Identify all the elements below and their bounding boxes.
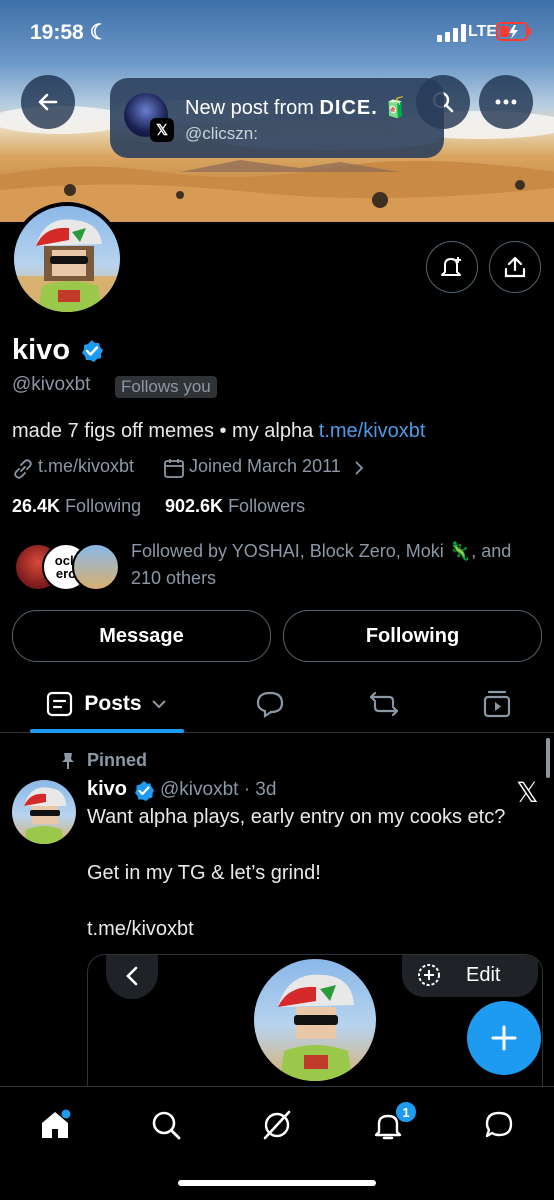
nav-messages[interactable] <box>469 1105 529 1145</box>
follows-you-badge: Follows you <box>115 376 217 398</box>
add-circle-icon <box>418 964 440 986</box>
following-count[interactable]: 26.4K Following <box>12 496 141 517</box>
calendar-icon <box>164 459 184 478</box>
followers-count[interactable]: 902.6K Followers <box>165 496 305 517</box>
chevron-down-icon <box>151 700 166 709</box>
joined-date: Joined March 2011 <box>189 456 341 476</box>
x-logo-icon: 𝕏 <box>150 118 174 142</box>
bio-link[interactable]: t.me/kivoxbt <box>319 420 426 442</box>
compose-button[interactable] <box>467 1001 541 1075</box>
edit-label: Edit <box>466 963 501 986</box>
push-notification[interactable]: 𝕏 New post from DICE. 🧃 @clicszn: <box>110 78 444 158</box>
follower-avatar-moki <box>72 543 120 591</box>
notifications-badge: 1 <box>395 1101 417 1123</box>
chevron-left-icon <box>126 966 138 986</box>
post-author-avatar[interactable] <box>12 780 76 844</box>
tab-posts-label: Posts <box>84 692 142 715</box>
post-text-line2: Get in my TG & let’s grind! <box>87 862 321 884</box>
message-button[interactable]: Message <box>12 610 271 662</box>
tab-posts[interactable]: Posts <box>30 676 184 732</box>
repost-icon <box>369 691 399 717</box>
tab-replies[interactable] <box>240 676 300 732</box>
post-link[interactable]: t.me/kivoxbt <box>87 918 194 941</box>
bell-plus-icon <box>441 257 461 276</box>
more-button[interactable] <box>479 75 533 129</box>
home-indicator <box>178 1180 376 1186</box>
search-icon <box>152 1111 181 1140</box>
plus-icon <box>491 1025 517 1051</box>
home-icon <box>42 1109 71 1138</box>
share-button[interactable] <box>489 241 541 293</box>
media-edit-button[interactable]: Edit <box>402 955 538 997</box>
notification-subtitle: @clicszn: <box>185 124 258 143</box>
tab-reposts[interactable] <box>354 676 414 732</box>
verified-badge-icon <box>135 781 154 801</box>
followed-by-text[interactable]: Followed by YOSHAI, Block Zero, Moki 🦎, … <box>131 538 541 592</box>
profile-avatar[interactable] <box>10 202 124 316</box>
profile-name: kivo <box>12 334 71 366</box>
media-icon <box>483 690 511 718</box>
moon-icon: ☾ <box>89 21 109 44</box>
notify-bell-button[interactable] <box>426 241 478 293</box>
grok-icon <box>263 1110 291 1140</box>
avatar-image <box>14 206 120 312</box>
pinned-label: Pinned <box>87 750 148 770</box>
tab-media[interactable] <box>467 676 527 732</box>
network-label: LTE <box>468 23 498 40</box>
media-avatar-image <box>254 959 376 1081</box>
nav-notifications[interactable]: 1 <box>358 1101 418 1145</box>
back-button[interactable] <box>21 75 75 129</box>
nav-home[interactable] <box>25 1105 85 1145</box>
status-bar: 19:58 ☾ LTE <box>0 0 554 66</box>
arrow-left-icon <box>38 93 58 111</box>
website-link[interactable]: t.me/kivoxbt <box>38 456 134 477</box>
share-icon <box>504 256 526 278</box>
nav-grok[interactable] <box>247 1105 307 1145</box>
signal-icon <box>437 24 466 42</box>
scrollbar[interactable] <box>546 738 550 778</box>
chevron-right-icon[interactable] <box>353 460 365 476</box>
post-text-line1: Want alpha plays, early entry on my cook… <box>87 806 506 828</box>
status-time: 19:58 ☾ <box>30 21 109 44</box>
media-back-button[interactable] <box>106 955 158 999</box>
chat-bubble-icon <box>485 1111 513 1138</box>
battery-icon <box>496 22 531 41</box>
pin-icon <box>62 753 74 769</box>
profile-handle: @kivoxbt <box>12 374 91 395</box>
following-button[interactable]: Following <box>283 610 542 662</box>
lizard-emoji-icon: 🦎 <box>448 541 472 561</box>
profile-bio: made 7 figs off memes • my alpha t.me/ki… <box>12 420 426 442</box>
nav-search[interactable] <box>136 1105 196 1145</box>
reply-bubble-icon <box>256 691 284 718</box>
posts-icon <box>47 691 73 717</box>
active-tab-indicator <box>30 729 184 733</box>
notification-title: New post from DICE. 🧃 <box>185 97 409 119</box>
post-author-name[interactable]: kivo <box>87 778 127 801</box>
verified-badge-icon <box>82 340 103 362</box>
profile-tabs: Posts <box>0 676 554 733</box>
more-horizontal-icon <box>495 99 517 105</box>
x-logo-icon[interactable]: 𝕏 <box>516 776 539 809</box>
post-handle-time: @kivoxbt · 3d <box>160 779 277 800</box>
link-icon <box>14 459 32 479</box>
